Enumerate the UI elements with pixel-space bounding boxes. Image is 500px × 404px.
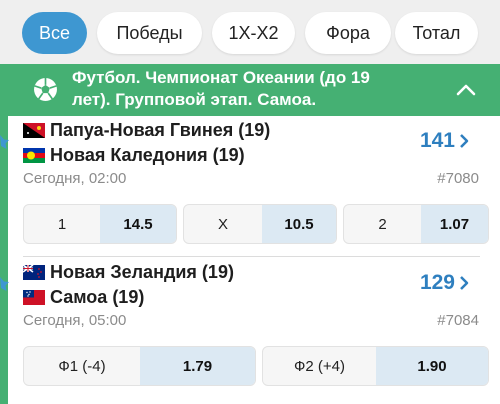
team-name: Новая Каледония (19): [23, 143, 245, 167]
team-name: Самоа (19): [23, 285, 144, 309]
chevron-up-icon[interactable]: [455, 81, 477, 99]
bets-count-value: 129: [419, 271, 455, 294]
odd-button[interactable]: Ф1 (-4) 1.79: [23, 346, 256, 386]
odd-value: 10.5: [262, 205, 336, 243]
odd-value: 1.07: [421, 205, 488, 243]
filter-tabs: Все Победы 1X-X2 Фора Тотал: [0, 0, 500, 64]
tab-total[interactable]: Тотал: [395, 12, 478, 54]
league-color-strip: [0, 116, 8, 404]
chevron-right-icon: [460, 276, 469, 290]
odd-value: 1.79: [140, 347, 255, 385]
match-time: Сегодня, 05:00: [23, 312, 127, 329]
flag-new-zealand-icon: [23, 264, 45, 280]
odd-button[interactable]: X 10.5: [183, 204, 337, 244]
match-time: Сегодня, 02:00: [23, 170, 127, 187]
team2-label: Новая Каледония (19): [50, 144, 245, 165]
league-header[interactable]: Футбол. Чемпионат Океании (до 19 лет). Г…: [0, 64, 500, 116]
match-list: Папуа-Новая Гвинея (19) Новая Каледония …: [0, 116, 500, 404]
odd-button[interactable]: 2 1.07: [343, 204, 489, 244]
favorite-star-icon[interactable]: [0, 134, 16, 150]
soccer-ball-icon: [34, 78, 57, 101]
odd-button[interactable]: 1 14.5: [23, 204, 177, 244]
flag-papua-new-guinea-icon: [23, 122, 45, 138]
favorite-star-icon[interactable]: [0, 276, 16, 292]
team2-label: Самоа (19): [50, 286, 145, 307]
match-id: #7084: [437, 312, 479, 329]
tab-double-chance[interactable]: 1X-X2: [212, 12, 295, 54]
odd-label: 1: [57, 215, 67, 233]
odd-label: Ф2 (+4): [293, 357, 345, 375]
bets-count[interactable]: 141: [420, 129, 470, 153]
tab-handicap[interactable]: Фора: [305, 12, 391, 54]
team-name: Новая Зеландия (19): [23, 260, 234, 284]
odd-button[interactable]: Ф2 (+4) 1.90: [262, 346, 489, 386]
team1-label: Новая Зеландия (19): [50, 261, 234, 282]
odd-label: Ф1 (-4): [58, 357, 106, 375]
league-title: Футбол. Чемпионат Океании (до 19 лет). Г…: [72, 68, 370, 109]
odd-value: 14.5: [100, 205, 176, 243]
tab-all[interactable]: Все: [22, 12, 87, 54]
bets-count[interactable]: 129: [420, 271, 470, 295]
divider: [23, 256, 480, 257]
team1-label: Папуа-Новая Гвинея (19): [50, 119, 271, 140]
odd-label: X: [217, 215, 228, 233]
flag-new-caledonia-icon: [23, 147, 45, 163]
match-id: #7080: [437, 170, 479, 187]
team-name: Папуа-Новая Гвинея (19): [23, 118, 270, 142]
flag-samoa-icon: [23, 289, 45, 305]
odd-label: 2: [378, 215, 387, 233]
chevron-right-icon: [460, 134, 469, 148]
tab-wins[interactable]: Победы: [97, 12, 202, 54]
bets-count-value: 141: [419, 129, 455, 152]
odd-value: 1.90: [376, 347, 488, 385]
